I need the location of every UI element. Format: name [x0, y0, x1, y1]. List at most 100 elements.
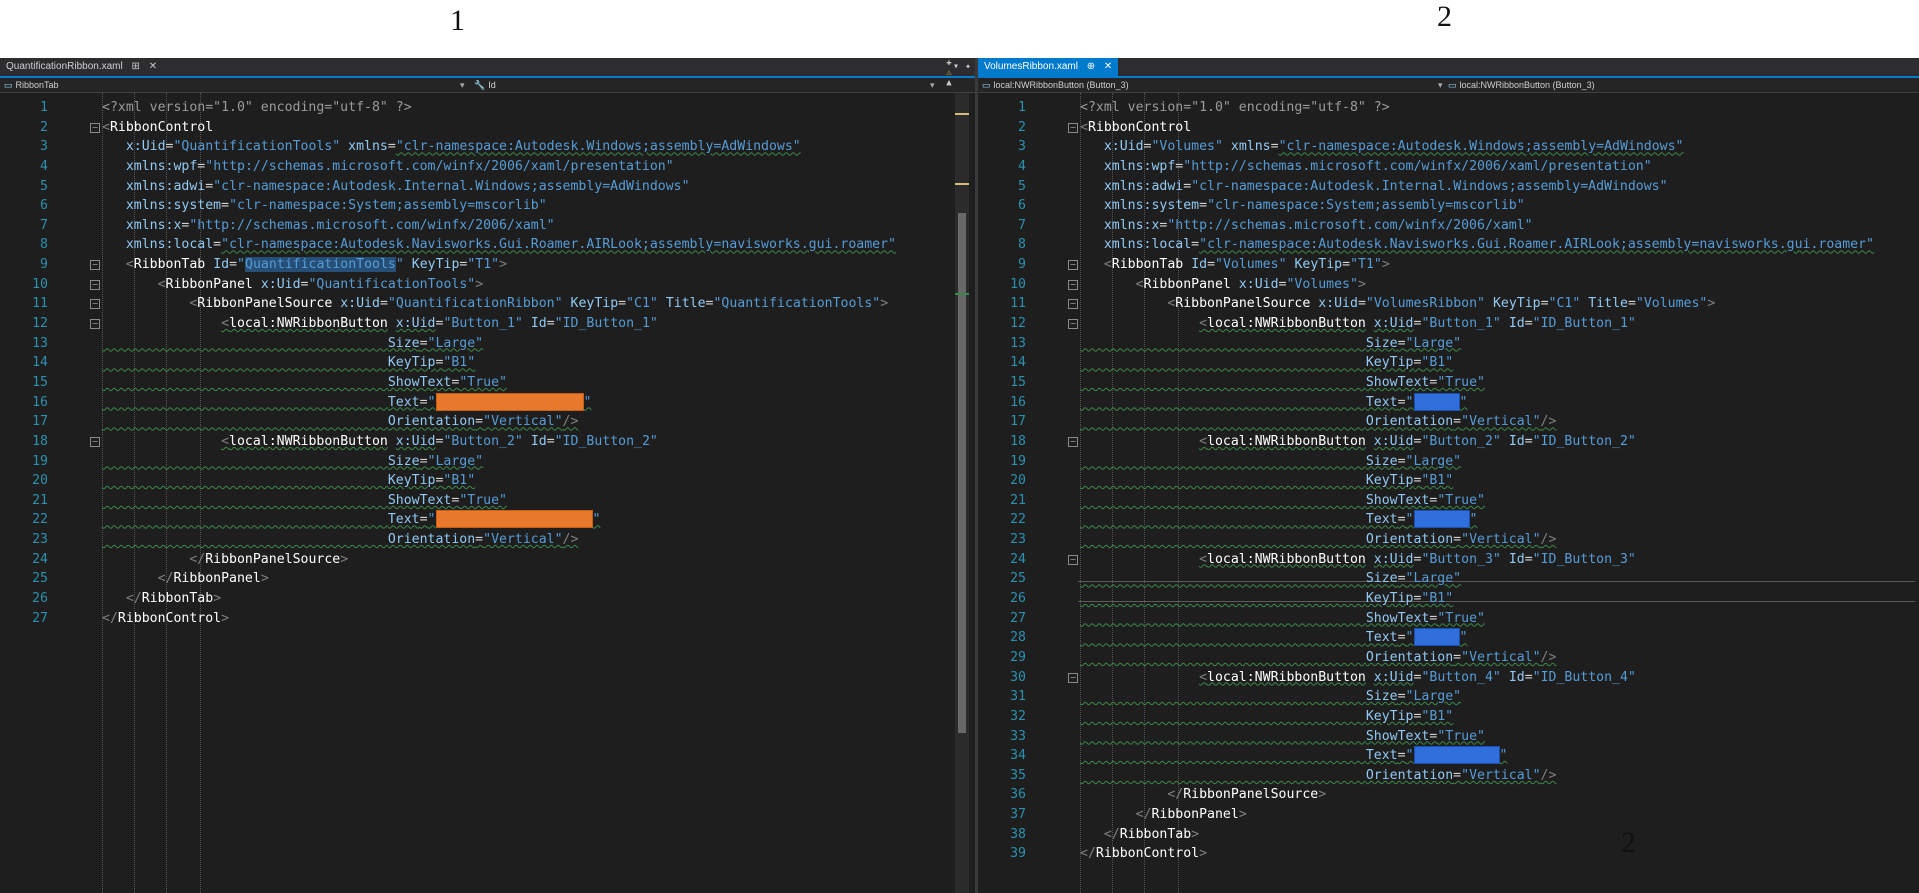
line-number: 20: [32, 473, 48, 489]
collapse-icon[interactable]: −: [90, 299, 100, 310]
scrollbar-thumb[interactable]: [958, 213, 966, 733]
redacted-text: [1413, 392, 1460, 411]
pin-icon[interactable]: ⊕: [1087, 61, 1095, 72]
arrow-up-icon[interactable]: ▲: [942, 78, 956, 88]
collapse-icon[interactable]: −: [1068, 436, 1078, 447]
line-number: 22: [32, 512, 48, 528]
element-dropdown-left[interactable]: ▭ local:NWRibbonButton (Button_3) ▾: [982, 78, 1443, 92]
line-number: 11: [32, 296, 48, 312]
warning-marker: [955, 113, 969, 115]
code-editor[interactable]: 1 <?xml version="1.0" encoding="utf-8" ?>…: [978, 93, 1919, 893]
line-number: 12: [1010, 316, 1026, 332]
line-number: 1: [1018, 100, 1026, 115]
element-icon: ▭: [1448, 80, 1457, 90]
line-number: 4: [40, 158, 48, 174]
navigation-bar: ▭ local:NWRibbonButton (Button_3) ▾ ▭ loca…: [978, 78, 1919, 93]
pin-icon[interactable]: ⊞: [132, 61, 140, 72]
tab-quantification-ribbon[interactable]: QuantificationRibbon.xaml ⊞ ✕: [0, 58, 164, 76]
label-number-1: 1: [450, 4, 465, 37]
label-number-2: 2: [1437, 0, 1452, 33]
collapse-icon[interactable]: −: [90, 319, 100, 330]
redacted-text: [1413, 628, 1460, 647]
line-number: 1: [40, 100, 48, 115]
line-number: 10: [1010, 276, 1026, 292]
line-number: 9: [1018, 257, 1026, 273]
collapse-icon[interactable]: −: [1068, 319, 1078, 330]
line-number: 27: [32, 610, 48, 626]
line-number: 39: [1010, 846, 1026, 862]
line-number: 7: [40, 217, 48, 233]
line-number: 27: [1010, 610, 1026, 626]
element-dropdown-left-label: local:NWRibbonButton (Button_3): [993, 80, 1129, 90]
line-number: 23: [1010, 532, 1026, 548]
chevron-down-icon: ▾: [930, 80, 935, 90]
collapse-icon[interactable]: −: [1068, 260, 1078, 271]
chevron-down-icon: ▾: [460, 80, 465, 90]
line-number: 2: [1018, 119, 1026, 135]
collapse-icon[interactable]: −: [90, 279, 100, 290]
line-number: 24: [32, 551, 48, 567]
vertical-scrollbar[interactable]: [955, 93, 969, 893]
warning-marker: [955, 183, 969, 185]
tab-title: QuantificationRibbon.xaml: [6, 61, 123, 72]
collapse-icon[interactable]: −: [1068, 554, 1078, 565]
line-number: 29: [1010, 649, 1026, 665]
line-number: 37: [1010, 807, 1026, 823]
line-number: 5: [40, 178, 48, 194]
line-number: 3: [1018, 139, 1026, 155]
line-number: 25: [32, 571, 48, 587]
line-number: 24: [1010, 551, 1026, 567]
element-icon: ▭: [982, 80, 991, 90]
line-number: 13: [32, 335, 48, 351]
collapse-icon[interactable]: −: [90, 260, 100, 271]
line-number: 15: [1010, 374, 1026, 390]
collapse-icon[interactable]: −: [1068, 672, 1078, 683]
line-number: 16: [32, 394, 48, 410]
collapse-icon[interactable]: −: [90, 436, 100, 447]
collapse-icon[interactable]: −: [1068, 279, 1078, 290]
change-marker: [955, 293, 969, 295]
line-number: 14: [1010, 355, 1026, 371]
line-number: 21: [1010, 492, 1026, 508]
tab-volumes-ribbon[interactable]: VolumesRibbon.xaml ⊕ ✕: [978, 58, 1119, 76]
line-number: 2: [40, 119, 48, 135]
tab-bar: QuantificationRibbon.xaml ⊞ ✕ ▾ ✦: [0, 58, 975, 78]
tab-bar: VolumesRibbon.xaml ⊕ ✕: [978, 58, 1919, 78]
collapse-icon[interactable]: −: [1068, 122, 1078, 133]
warning-icon[interactable]: ⚠: [942, 68, 956, 78]
class-icon: ▭: [4, 80, 13, 90]
line-number: 34: [1010, 748, 1026, 764]
line-number: 19: [32, 453, 48, 469]
redacted-text: [1413, 746, 1500, 765]
collapse-icon[interactable]: −: [90, 122, 100, 133]
line-number: 10: [32, 276, 48, 292]
element-dropdown-right[interactable]: ▭ local:NWRibbonButton (Button_3): [1448, 78, 1908, 92]
editor-side-toolbar: ✚ ⚠ ▲: [942, 58, 956, 258]
close-icon[interactable]: ✕: [149, 61, 157, 72]
member-dropdown[interactable]: 🔧 Id ▾: [474, 78, 935, 92]
line-number: 7: [1018, 217, 1026, 233]
line-number: 28: [1010, 630, 1026, 646]
collapse-icon[interactable]: −: [1068, 299, 1078, 310]
wrench-icon: 🔧: [474, 80, 486, 90]
line-number: 8: [40, 237, 48, 253]
line-number: 30: [1010, 669, 1026, 685]
code-editor[interactable]: 1 <?xml version="1.0" encoding="utf-8" ?>…: [0, 93, 960, 893]
redacted-text: [435, 510, 593, 529]
line-number: 21: [32, 492, 48, 508]
add-icon[interactable]: ✚: [942, 58, 956, 68]
type-dropdown[interactable]: ▭ RibbonTab ▾: [4, 78, 465, 92]
line-number: 6: [1018, 198, 1026, 214]
line-number: 25: [1010, 571, 1026, 587]
line-number: 11: [1010, 296, 1026, 312]
type-dropdown-label: RibbonTab: [15, 80, 59, 90]
editor-pane-left: QuantificationRibbon.xaml ⊞ ✕ ▾ ✦ ▭ Ribbo…: [0, 58, 975, 893]
line-number: 26: [32, 591, 48, 607]
line-number: 38: [1010, 826, 1026, 842]
line-number: 33: [1010, 728, 1026, 744]
close-icon[interactable]: ✕: [1104, 61, 1112, 72]
line-number: 14: [32, 355, 48, 371]
line-number: 16: [1010, 394, 1026, 410]
line-number: 3: [40, 139, 48, 155]
line-number: 22: [1010, 512, 1026, 528]
